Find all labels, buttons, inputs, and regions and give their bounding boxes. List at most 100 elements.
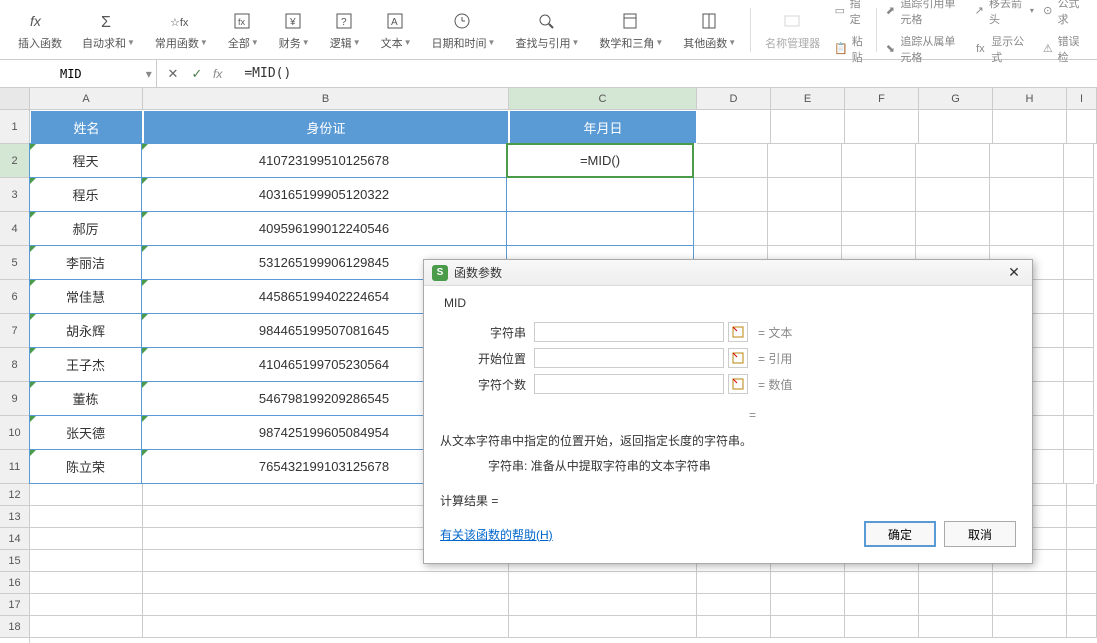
- cell[interactable]: [1064, 212, 1094, 246]
- row-header[interactable]: 4: [0, 212, 29, 246]
- cell[interactable]: [842, 212, 916, 246]
- formula-cancel-button[interactable]: ✕: [165, 66, 181, 82]
- auto-sum-button[interactable]: Σ 自动求和▼: [74, 3, 143, 57]
- row-header[interactable]: 8: [0, 348, 29, 382]
- cell[interactable]: [916, 178, 990, 212]
- cell[interactable]: [845, 572, 919, 594]
- cell[interactable]: [1067, 616, 1097, 638]
- cell[interactable]: 410723199510125678: [141, 143, 507, 178]
- column-header[interactable]: B: [143, 88, 509, 109]
- cell[interactable]: [143, 616, 509, 638]
- cell[interactable]: [1067, 572, 1097, 594]
- cell[interactable]: [1064, 178, 1094, 212]
- header-cell-id[interactable]: 身份证: [143, 110, 509, 144]
- cell[interactable]: [697, 616, 771, 638]
- row-header[interactable]: 5: [0, 246, 29, 280]
- cell[interactable]: 李丽洁: [29, 245, 142, 280]
- range-select-button[interactable]: [728, 348, 748, 368]
- cell[interactable]: [919, 594, 993, 616]
- cell[interactable]: 常佳慧: [29, 279, 142, 314]
- cell[interactable]: [694, 178, 768, 212]
- cell[interactable]: [771, 572, 845, 594]
- common-functions-button[interactable]: ☆fx 常用函数▼: [147, 3, 216, 57]
- column-header[interactable]: F: [845, 88, 919, 109]
- cell[interactable]: 郝厉: [29, 211, 142, 246]
- cell[interactable]: 程天: [29, 143, 142, 178]
- cancel-button[interactable]: 取消: [944, 521, 1016, 547]
- cell[interactable]: [1064, 314, 1094, 348]
- row-header[interactable]: 15: [0, 550, 29, 572]
- param-count-input[interactable]: [534, 374, 724, 394]
- cell[interactable]: [509, 616, 697, 638]
- cell[interactable]: [697, 594, 771, 616]
- insert-function-button[interactable]: fx 插入函数: [10, 3, 70, 57]
- header-cell-name[interactable]: 姓名: [30, 110, 143, 144]
- column-header[interactable]: H: [993, 88, 1067, 109]
- cell[interactable]: [506, 211, 694, 246]
- cell[interactable]: [1067, 594, 1097, 616]
- range-select-button[interactable]: [728, 374, 748, 394]
- cell[interactable]: [30, 550, 143, 572]
- formula-confirm-button[interactable]: ✓: [189, 66, 205, 82]
- cell[interactable]: [1067, 550, 1097, 572]
- cell[interactable]: [1067, 484, 1097, 506]
- cell[interactable]: [30, 594, 143, 616]
- cell[interactable]: [697, 572, 771, 594]
- cell[interactable]: [771, 616, 845, 638]
- cell[interactable]: 张天德: [29, 415, 142, 450]
- finance-button[interactable]: ¥ 财务▼: [271, 3, 318, 57]
- active-cell[interactable]: =MID(): [506, 143, 694, 178]
- cell[interactable]: [509, 594, 697, 616]
- ok-button[interactable]: 确定: [864, 521, 936, 547]
- other-functions-button[interactable]: 其他函数▼: [675, 3, 744, 57]
- cell[interactable]: [1064, 450, 1094, 484]
- cell[interactable]: [771, 594, 845, 616]
- param-string-input[interactable]: [534, 322, 724, 342]
- cell[interactable]: [506, 177, 694, 212]
- cell[interactable]: [993, 616, 1067, 638]
- cell[interactable]: 409596199012240546: [141, 211, 507, 246]
- cell[interactable]: [1064, 416, 1094, 450]
- cell[interactable]: [919, 616, 993, 638]
- fx-icon[interactable]: fx: [213, 67, 228, 81]
- cell[interactable]: [768, 144, 842, 178]
- cell[interactable]: [143, 572, 509, 594]
- column-header[interactable]: G: [919, 88, 993, 109]
- cell[interactable]: [30, 528, 143, 550]
- row-header[interactable]: 13: [0, 506, 29, 528]
- row-header[interactable]: 3: [0, 178, 29, 212]
- cell[interactable]: [919, 572, 993, 594]
- cell[interactable]: [30, 572, 143, 594]
- cell[interactable]: [990, 178, 1064, 212]
- column-header[interactable]: E: [771, 88, 845, 109]
- range-select-button[interactable]: [728, 322, 748, 342]
- help-link[interactable]: 有关该函数的帮助(H): [440, 526, 856, 543]
- cell[interactable]: [990, 144, 1064, 178]
- cell[interactable]: [30, 484, 143, 506]
- cell[interactable]: 董栋: [29, 381, 142, 416]
- math-trig-button[interactable]: 数学和三角▼: [591, 3, 671, 57]
- cell[interactable]: [697, 110, 771, 144]
- cell[interactable]: 程乐: [29, 177, 142, 212]
- dialog-titlebar[interactable]: S 函数参数 ✕: [424, 260, 1032, 286]
- cell[interactable]: [1064, 348, 1094, 382]
- cell[interactable]: [1064, 280, 1094, 314]
- cell[interactable]: 胡永辉: [29, 313, 142, 348]
- cell[interactable]: [30, 616, 143, 638]
- cell[interactable]: [1064, 246, 1094, 280]
- row-header[interactable]: 11: [0, 450, 29, 484]
- row-header[interactable]: 7: [0, 314, 29, 348]
- cell[interactable]: 王子杰: [29, 347, 142, 382]
- cell[interactable]: [845, 616, 919, 638]
- cell[interactable]: [916, 144, 990, 178]
- cell[interactable]: [845, 110, 919, 144]
- cell[interactable]: [694, 212, 768, 246]
- cell[interactable]: [30, 506, 143, 528]
- cell[interactable]: [768, 178, 842, 212]
- header-cell-date[interactable]: 年月日: [509, 110, 697, 144]
- row-header[interactable]: 10: [0, 416, 29, 450]
- datetime-button[interactable]: 日期和时间▼: [424, 3, 504, 57]
- column-header[interactable]: C: [509, 88, 697, 109]
- param-start-input[interactable]: [534, 348, 724, 368]
- name-box-input[interactable]: [0, 67, 142, 81]
